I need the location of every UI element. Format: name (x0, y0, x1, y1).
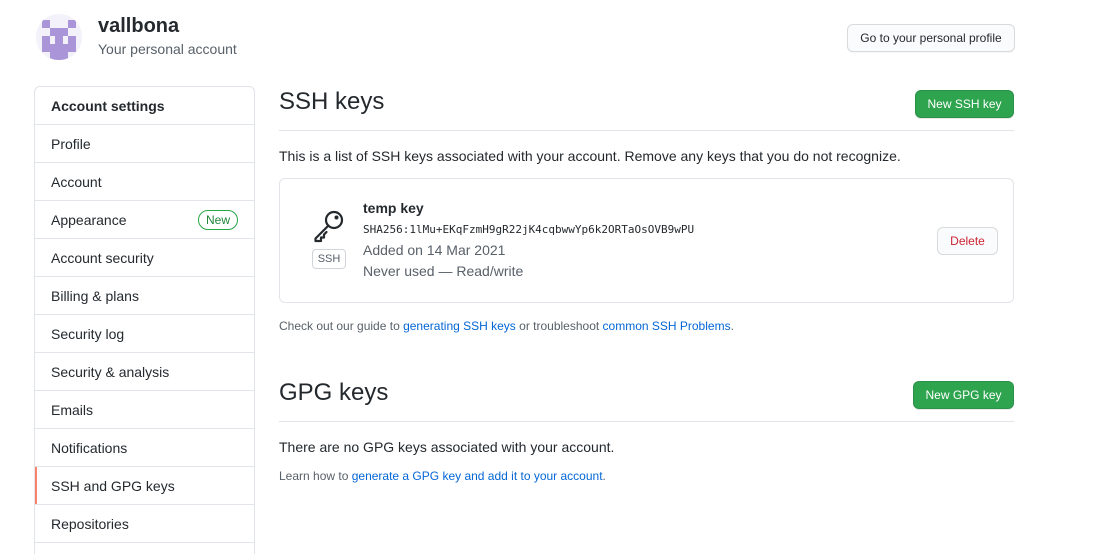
sidebar-item-account[interactable]: Account (35, 163, 254, 201)
avatar[interactable] (36, 14, 82, 60)
sidebar-item-label: Appearance (51, 211, 127, 228)
sidebar-item-profile[interactable]: Profile (35, 125, 254, 163)
gpg-divider (279, 421, 1014, 422)
ssh-description: This is a list of SSH keys associated wi… (279, 148, 901, 164)
username[interactable]: vallbona (98, 14, 179, 38)
gpg-learn-suffix: . (602, 469, 606, 483)
gpg-empty-text: There are no GPG keys associated with yo… (279, 439, 615, 455)
generating-ssh-keys-link[interactable]: generating SSH keys (403, 319, 516, 333)
sidebar-item-notifications[interactable]: Notifications (35, 429, 254, 467)
key-fingerprint: SHA256:1lMu+EKqFzmH9gR22jK4cqbwwYp6k2ORT… (363, 223, 695, 236)
key-usage: Never used — Read/write (363, 263, 524, 279)
new-badge: New (197, 210, 238, 230)
ssh-guide-prefix: Check out our guide to (279, 319, 404, 333)
sidebar-item-repositories[interactable]: Repositories (35, 505, 254, 543)
ssh-divider (279, 130, 1014, 131)
sidebar-item-security-analysis[interactable]: Security & analysis (35, 353, 254, 391)
sidebar-item-label: Account security (51, 249, 154, 266)
ssh-keys-heading: SSH keys (279, 88, 385, 115)
key-title: temp key (363, 200, 424, 216)
sidebar-item-label: Repositories (51, 515, 129, 532)
sidebar-item-label: SSH and GPG keys (51, 477, 175, 494)
sidebar-item-label: Billing & plans (51, 287, 139, 304)
sidebar-item-billing[interactable]: Billing & plans (35, 277, 254, 315)
generate-gpg-key-link[interactable]: generate a GPG key and add it to your ac… (352, 469, 603, 483)
ssh-guide-middle: or troubleshoot (515, 319, 603, 333)
settings-sidebar: Account settings Profile Account Appeara… (34, 86, 255, 554)
sidebar-item-label: Profile (51, 135, 91, 152)
account-subtitle: Your personal account (98, 41, 237, 57)
gpg-learn-prefix: Learn how to (279, 469, 352, 483)
sidebar-item-label: Security log (51, 325, 125, 342)
ssh-key-item: SSH temp key SHA256:1lMu+EKqFzmH9gR22jK4… (279, 178, 1014, 303)
ssh-guide-suffix: . (730, 319, 734, 333)
sidebar-item-label: Emails (51, 401, 94, 418)
key-icon (314, 210, 344, 243)
sidebar-item-security-log[interactable]: Security log (35, 315, 254, 353)
common-ssh-problems-link[interactable]: common SSH Problems (603, 319, 731, 333)
ssh-type-label: SSH (312, 249, 346, 269)
sidebar-item-emails[interactable]: Emails (35, 391, 254, 429)
gpg-keys-heading: GPG keys (279, 379, 389, 406)
sidebar-item-appearance[interactable]: Appearance New (35, 201, 254, 239)
new-gpg-key-button[interactable]: New GPG key (913, 381, 1014, 409)
gpg-learn-note: Learn how to generate a GPG key and add … (279, 467, 606, 485)
sidebar-item-label: Notifications (51, 439, 128, 456)
new-ssh-key-button[interactable]: New SSH key (915, 90, 1014, 118)
sidebar-item-account-security[interactable]: Account security (35, 239, 254, 277)
ssh-guide-note: Check out our guide to generating SSH ke… (279, 317, 734, 335)
go-to-profile-button[interactable]: Go to your personal profile (847, 24, 1015, 52)
key-added-date: Added on 14 Mar 2021 (363, 242, 506, 258)
delete-key-button[interactable]: Delete (937, 227, 998, 255)
sidebar-title: Account settings (35, 87, 254, 125)
sidebar-item-ssh-gpg-keys[interactable]: SSH and GPG keys (35, 467, 254, 505)
sidebar-item-label: Security & analysis (51, 363, 170, 380)
sidebar-item-label: Account (51, 173, 102, 190)
